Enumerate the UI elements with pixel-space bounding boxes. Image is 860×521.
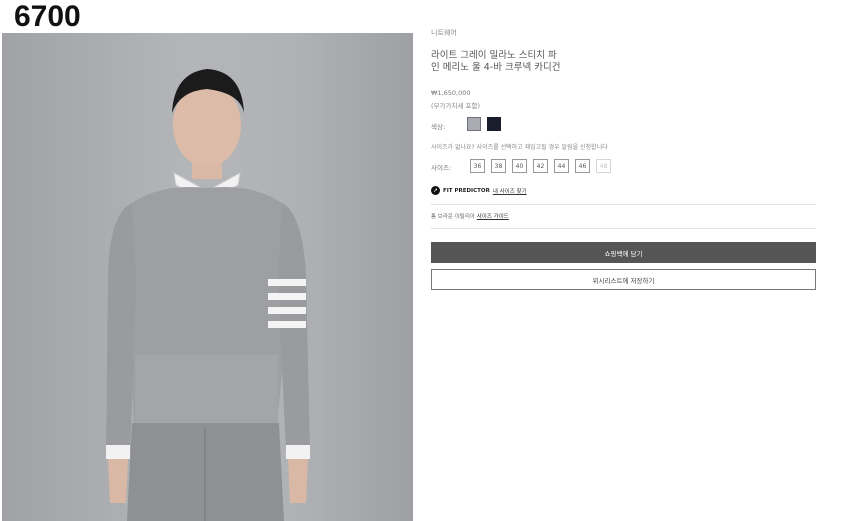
vat-note: (부가가치세 포함) xyxy=(431,102,480,110)
stripe-1 xyxy=(268,279,306,286)
color-label: 색상: xyxy=(431,123,446,131)
fit-predictor[interactable]: ➚ FIT PREDICTOR 내 사이즈 찾기 xyxy=(431,186,527,195)
color-swatch-navy[interactable] xyxy=(487,117,501,131)
size-option-38[interactable]: 38 xyxy=(491,159,506,173)
size-guide-row: 톰 브라운 이탈리아 사이즈 가이드 xyxy=(431,212,509,220)
product-title: 라이트 그레이 밀라노 스티치 파인 메리노 울 4-바 크루넥 카디건 xyxy=(431,50,561,73)
stripe-4 xyxy=(268,321,306,328)
color-swatch-light-gray[interactable] xyxy=(467,117,481,131)
size-guide-link[interactable]: 사이즈 가이드 xyxy=(477,214,509,220)
size-option-46[interactable]: 46 xyxy=(575,159,590,173)
add-to-bag-button[interactable]: 쇼핑백에 담기 xyxy=(431,242,816,263)
divider xyxy=(431,204,816,205)
fit-predictor-brand: FIT PREDICTOR xyxy=(443,187,490,194)
size-option-36[interactable]: 36 xyxy=(470,159,485,173)
stripe-3 xyxy=(268,307,306,314)
stripe-2 xyxy=(268,293,306,300)
size-option-48[interactable]: 48 xyxy=(596,159,611,173)
fit-predictor-icon: ➚ xyxy=(431,186,440,195)
breadcrumb[interactable]: 니트웨어 xyxy=(431,28,457,38)
size-option-44[interactable]: 44 xyxy=(554,159,569,173)
model-illustration xyxy=(106,69,310,521)
divider xyxy=(431,228,816,229)
size-guide-prefix: 톰 브라운 이탈리아 xyxy=(431,214,475,220)
size-notify-note: 사이즈가 없나요? 사이즈를 선택하고 재입고될 경우 알림을 신청합니다 xyxy=(431,144,608,151)
size-label: 사이즈: xyxy=(431,164,452,172)
save-to-wishlist-button[interactable]: 위시리스트에 저장하기 xyxy=(431,269,816,290)
product-price: ₩1,650,000 xyxy=(431,89,471,97)
size-option-40[interactable]: 40 xyxy=(512,159,527,173)
find-my-size-link[interactable]: 내 사이즈 찾기 xyxy=(493,187,527,195)
size-option-42[interactable]: 42 xyxy=(533,159,548,173)
overlay-number: 6700 xyxy=(14,0,81,33)
product-image[interactable] xyxy=(2,33,413,521)
